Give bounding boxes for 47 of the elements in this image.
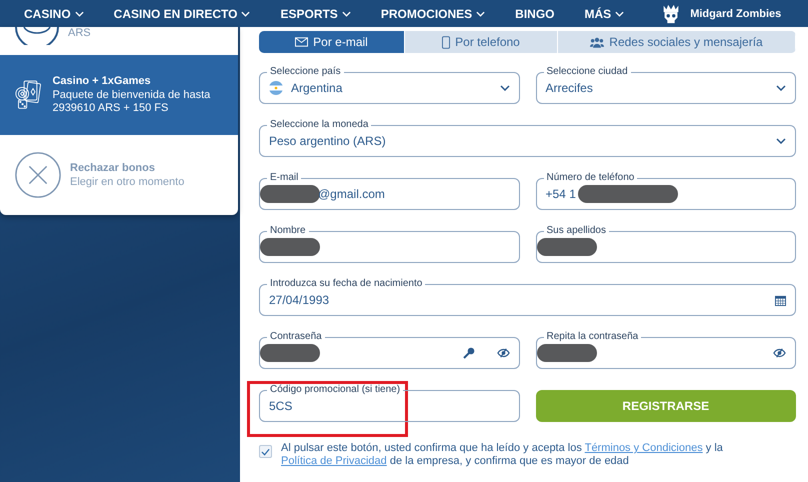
nav-menu-item[interactable]: CASINO	[24, 6, 84, 20]
nav-menu-item[interactable]: PROMOCIONES	[380, 6, 486, 20]
consent-text: Al pulsar este botón, usted confirma que ha leído y acepta los Términos y Condiciones y la Política de Privacidad de la empresa, y confirma que es mayor de edad	[281, 442, 724, 468]
password-field[interactable]: Contraseña	[259, 331, 520, 369]
field-value: 5CS	[269, 399, 292, 413]
close-circle-icon	[14, 151, 62, 199]
input-field[interactable]: Nombre	[259, 225, 520, 263]
bonus-description: Elegir en otro momento	[70, 176, 184, 188]
input-field[interactable]: Número de teléfono +54 1	[536, 172, 796, 210]
envelope-icon	[295, 37, 308, 47]
bonus-option[interactable]: Casino + 1xGames Paquete de bienvenida de hasta 2939610 ARS + 150 FS	[0, 55, 238, 135]
chevron-down-icon[interactable]	[776, 85, 786, 91]
people-icon	[590, 36, 604, 48]
nav-menu-item[interactable]: ESPORTS	[280, 6, 351, 20]
field-value: Arrecifes	[546, 81, 593, 95]
field-label: Repita la contraseña	[544, 331, 642, 343]
dropdown-field[interactable]: Seleccione país Argentina	[259, 66, 520, 104]
dropdown-field[interactable]: Seleccione la moneda Peso argentino (ARS)	[259, 119, 796, 157]
field-label: Seleccione país	[267, 66, 344, 78]
password-field[interactable]: Repita la contraseña	[536, 331, 796, 369]
input-field[interactable]: Código promocional (si tiene) 5CS	[259, 384, 520, 422]
game-title[interactable]: Midgard Zombies	[690, 8, 782, 20]
calendar-icon[interactable]	[775, 294, 786, 306]
nav-menu-item[interactable]: BINGO	[515, 6, 555, 20]
nav-menu-item[interactable]: MÁS	[584, 6, 624, 20]
bonus-title: Rechazar bonos	[70, 162, 156, 174]
chevron-down-icon[interactable]	[776, 138, 786, 144]
eye-slash-icon[interactable]	[773, 348, 786, 358]
bonus-title: Casino + 1xGames	[52, 75, 152, 87]
bonus-description: Paquete de bienvenida de hasta 2939610 ARS + 150 FS	[52, 89, 212, 115]
field-label: Código promocional (si tiene)	[267, 384, 404, 396]
field-value: +54 1	[546, 187, 576, 201]
key-icon[interactable]	[462, 347, 474, 359]
input-field[interactable]: Sus apellidos	[536, 225, 796, 263]
field-label: Sus apellidos	[544, 225, 609, 237]
checkbox[interactable]	[259, 445, 272, 458]
nav-menu-item[interactable]: CASINO EN DIRECTO	[114, 6, 250, 20]
field-value: Argentina	[291, 81, 342, 95]
eye-slash-icon[interactable]	[496, 348, 510, 358]
dropdown-field[interactable]: Seleccione ciudad Arrecifes	[536, 66, 796, 104]
phone-icon	[442, 36, 450, 48]
registration-tab[interactable]: Por e-mail	[259, 31, 405, 53]
date-field[interactable]: Introduzca su fecha de nacimiento 27/04/1993	[259, 278, 796, 316]
field-value: Peso argentino (ARS)	[269, 134, 386, 148]
bonus-description: ARS	[68, 27, 91, 40]
field-value: 27/04/1993	[269, 293, 330, 307]
chevron-down-icon[interactable]	[500, 85, 510, 91]
